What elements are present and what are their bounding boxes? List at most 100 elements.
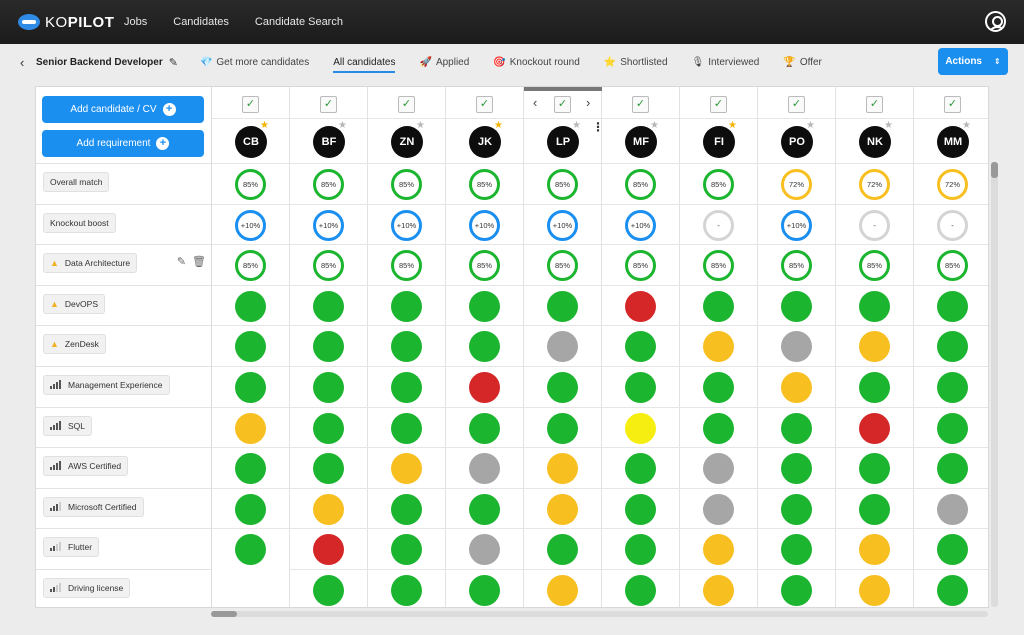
vertical-scroll-thumb[interactable] [991, 162, 998, 178]
status-dot[interactable] [391, 493, 422, 525]
requirement-chip[interactable]: Knockout boost [43, 212, 116, 233]
status-dot[interactable] [703, 331, 734, 363]
status-dot[interactable] [235, 453, 266, 485]
status-dot[interactable] [235, 372, 266, 403]
status-dot[interactable] [781, 534, 812, 566]
status-dot[interactable] [859, 372, 890, 403]
edit-job-icon[interactable]: ✎ [169, 56, 178, 69]
status-dot[interactable] [547, 453, 578, 485]
requirement-chip[interactable]: Flutter [43, 537, 100, 558]
shortlist-star-icon[interactable]: ★ [650, 120, 659, 131]
status-dot[interactable] [859, 493, 890, 525]
trash-icon[interactable]: 🗑 [192, 256, 206, 268]
back-arrow-icon[interactable]: ‹ [20, 55, 34, 70]
requirement-chip[interactable]: Driving license [43, 578, 131, 598]
shortlist-star-icon[interactable]: ★ [338, 120, 347, 131]
status-dot[interactable] [625, 453, 656, 485]
status-dot[interactable] [235, 493, 266, 525]
candidate-select-checkbox[interactable]: ✓ [320, 96, 337, 113]
move-left-arrow-icon[interactable]: ‹ [533, 95, 537, 110]
status-dot[interactable] [625, 493, 656, 525]
status-dot[interactable] [469, 453, 500, 485]
status-dot[interactable] [469, 290, 500, 322]
tab-knockout-round[interactable]: 🎯 Knockout round [493, 44, 580, 80]
kopilot-logo[interactable]: KOPILOT [18, 14, 124, 31]
shortlist-star-icon[interactable]: ★ [260, 120, 269, 131]
status-dot[interactable] [937, 453, 968, 485]
status-dot[interactable] [625, 412, 656, 444]
shortlist-star-icon[interactable]: ★ [806, 120, 815, 131]
status-dot[interactable] [703, 453, 734, 485]
status-dot[interactable] [625, 290, 656, 322]
status-dot[interactable] [391, 372, 422, 403]
status-dot[interactable] [391, 290, 422, 322]
requirement-chip[interactable]: SQL [43, 415, 93, 436]
requirement-chip[interactable]: ▲ Data Architecture [43, 253, 138, 274]
requirement-chip[interactable]: AWS Certified [43, 456, 129, 477]
status-dot[interactable] [391, 534, 422, 566]
requirement-chip[interactable]: ▲ ZenDesk [43, 334, 106, 355]
status-dot[interactable] [625, 534, 656, 566]
status-dot[interactable] [313, 493, 344, 525]
horizontal-scrollbar[interactable] [211, 611, 988, 617]
actions-button[interactable]: Actions ⇕ [938, 48, 1008, 75]
status-dot[interactable] [781, 372, 812, 403]
status-dot[interactable] [625, 331, 656, 363]
status-dot[interactable] [469, 534, 500, 566]
candidate-select-checkbox[interactable]: ✓ [398, 96, 415, 113]
status-dot[interactable] [937, 412, 968, 444]
requirement-chip[interactable]: Management Experience [43, 375, 170, 395]
add-requirement-button[interactable]: Add requirement + [42, 130, 204, 157]
status-dot[interactable] [937, 493, 968, 525]
candidate-select-checkbox[interactable]: ✓ [944, 96, 961, 113]
status-dot[interactable] [937, 534, 968, 566]
add-candidate-button[interactable]: Add candidate / CV + [42, 96, 204, 123]
edit-icon[interactable]: ✎ [177, 256, 186, 268]
status-dot[interactable] [313, 372, 344, 403]
nav-candidate-search[interactable]: Candidate Search [255, 16, 343, 28]
status-dot[interactable] [937, 372, 968, 403]
status-dot[interactable] [469, 372, 500, 403]
candidate-select-checkbox[interactable]: ✓ [476, 96, 493, 113]
nav-candidates[interactable]: Candidates [173, 16, 229, 28]
user-account-icon[interactable] [985, 11, 1006, 32]
shortlist-star-icon[interactable]: ★ [728, 120, 737, 131]
vertical-scrollbar[interactable] [991, 162, 998, 607]
status-dot[interactable] [547, 575, 578, 606]
status-dot[interactable] [859, 534, 890, 566]
status-dot[interactable] [547, 372, 578, 403]
status-dot[interactable] [859, 575, 890, 606]
status-dot[interactable] [703, 290, 734, 322]
shortlist-star-icon[interactable]: ★ [494, 120, 503, 131]
status-dot[interactable] [781, 575, 812, 606]
status-dot[interactable] [781, 453, 812, 485]
requirement-chip[interactable]: Microsoft Certified [43, 496, 144, 517]
status-dot[interactable] [937, 290, 968, 322]
tab-interviewed[interactable]: 🎙 Interviewed [692, 44, 760, 80]
requirement-chip[interactable]: Overall match [43, 172, 110, 192]
status-dot[interactable] [547, 290, 578, 322]
status-dot[interactable] [547, 331, 578, 363]
status-dot[interactable] [703, 412, 734, 444]
status-dot[interactable] [469, 331, 500, 363]
horizontal-scroll-thumb[interactable] [211, 611, 237, 617]
status-dot[interactable] [313, 412, 344, 444]
status-dot[interactable] [625, 575, 656, 606]
status-dot[interactable] [391, 412, 422, 444]
status-dot[interactable] [313, 534, 344, 566]
status-dot[interactable] [547, 412, 578, 444]
status-dot[interactable] [235, 412, 266, 444]
status-dot[interactable] [391, 453, 422, 485]
status-dot[interactable] [703, 534, 734, 566]
status-dot[interactable] [547, 493, 578, 525]
status-dot[interactable] [781, 493, 812, 525]
status-dot[interactable] [469, 493, 500, 525]
status-dot[interactable] [703, 372, 734, 403]
tab-get-more-candidates[interactable]: 💎 Get more candidates [200, 44, 309, 80]
status-dot[interactable] [625, 372, 656, 403]
status-dot[interactable] [235, 290, 266, 322]
shortlist-star-icon[interactable]: ★ [884, 120, 893, 131]
tab-applied[interactable]: 🚀 Applied [419, 44, 469, 80]
status-dot[interactable] [469, 575, 500, 606]
status-dot[interactable] [391, 331, 422, 363]
